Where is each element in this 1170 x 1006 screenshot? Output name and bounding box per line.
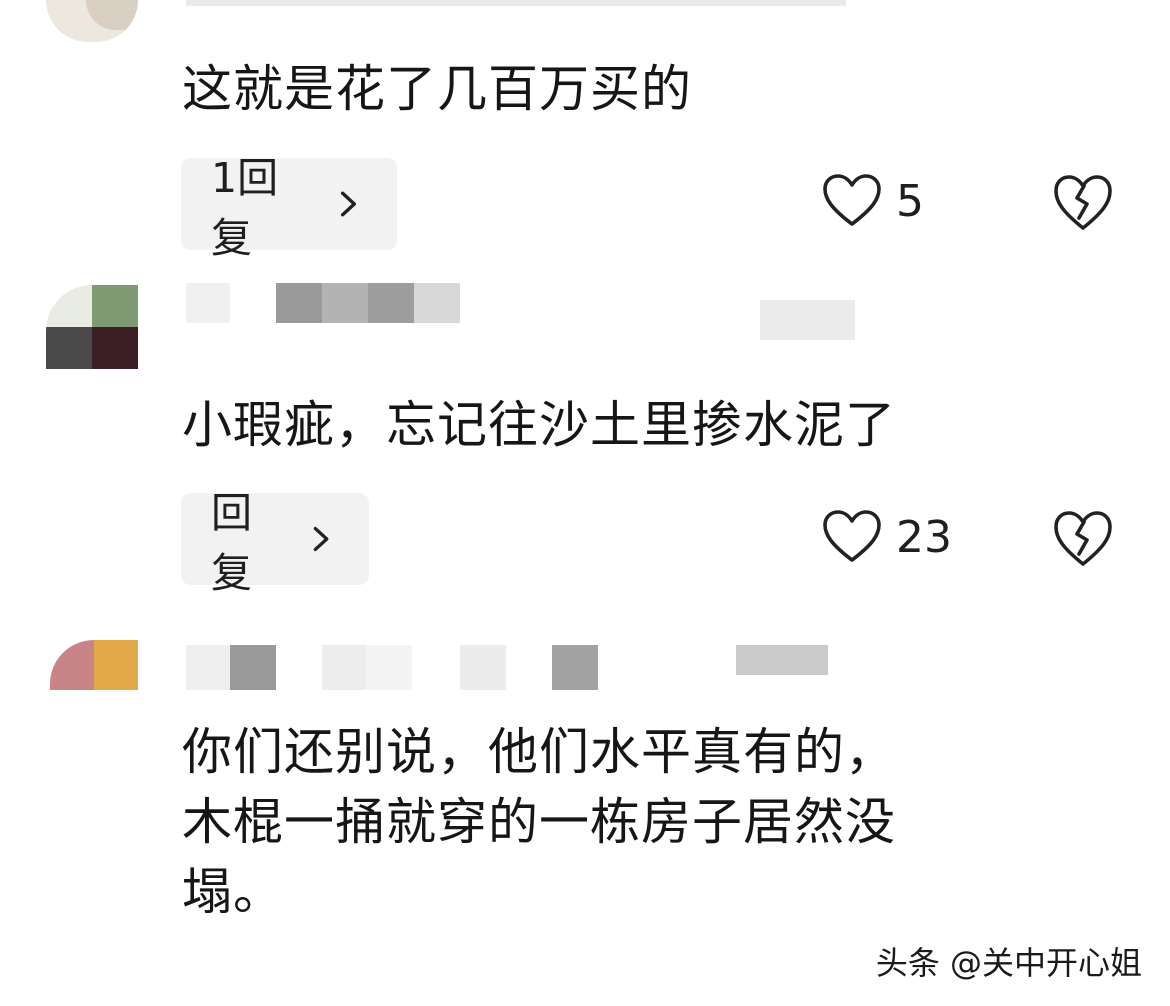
reply-button[interactable]: 回复: [181, 489, 369, 597]
blurred-username: [368, 283, 414, 323]
blurred-username: [322, 645, 366, 690]
like-button[interactable]: 23: [822, 510, 952, 564]
blurred-username: [186, 283, 230, 323]
avatar[interactable]: [46, 285, 138, 369]
comment-line: 塌。: [182, 863, 284, 921]
chevron-right-icon: [341, 191, 357, 217]
heart-outline-icon: [823, 174, 881, 226]
watermark: 头条 @关中开心姐: [875, 944, 1142, 982]
blurred-username: [366, 645, 412, 690]
comment-text: 这就是花了几百万买的: [182, 60, 692, 118]
reply-button[interactable]: 1回复: [181, 154, 397, 262]
blurred-username: [460, 645, 506, 690]
blurred-username: [414, 283, 460, 323]
avatar[interactable]: [50, 640, 138, 690]
comment-text: 你们还别说，他们水平真有的， 木棍一捅就穿的一栋房子居然没 塌。: [182, 720, 896, 924]
reply-label: 1回复: [211, 154, 279, 262]
blurred-username: [186, 645, 230, 690]
chevron-right-icon: [313, 526, 329, 552]
heart-outline-icon: [823, 510, 881, 562]
blurred-meta: [736, 645, 828, 675]
reply-label: 回复: [211, 489, 252, 597]
avatar[interactable]: [46, 0, 138, 42]
comment-line: 你们还别说，他们水平真有的，: [182, 723, 896, 781]
comment-text: 小瑕疵，忘记往沙土里掺水泥了: [182, 396, 896, 454]
blurred-username: [322, 283, 368, 323]
like-count: 23: [896, 511, 952, 563]
broken-heart-icon[interactable]: [1053, 510, 1113, 568]
comment-line: 木棍一捅就穿的一栋房子居然没: [182, 793, 896, 851]
broken-heart-icon[interactable]: [1053, 174, 1113, 232]
like-button[interactable]: 5: [822, 174, 924, 228]
blurred-username: [186, 0, 846, 6]
blurred-meta: [760, 300, 855, 340]
blurred-username: [552, 645, 598, 690]
blurred-username: [276, 283, 322, 323]
like-count: 5: [896, 175, 924, 227]
blurred-username: [230, 645, 276, 690]
